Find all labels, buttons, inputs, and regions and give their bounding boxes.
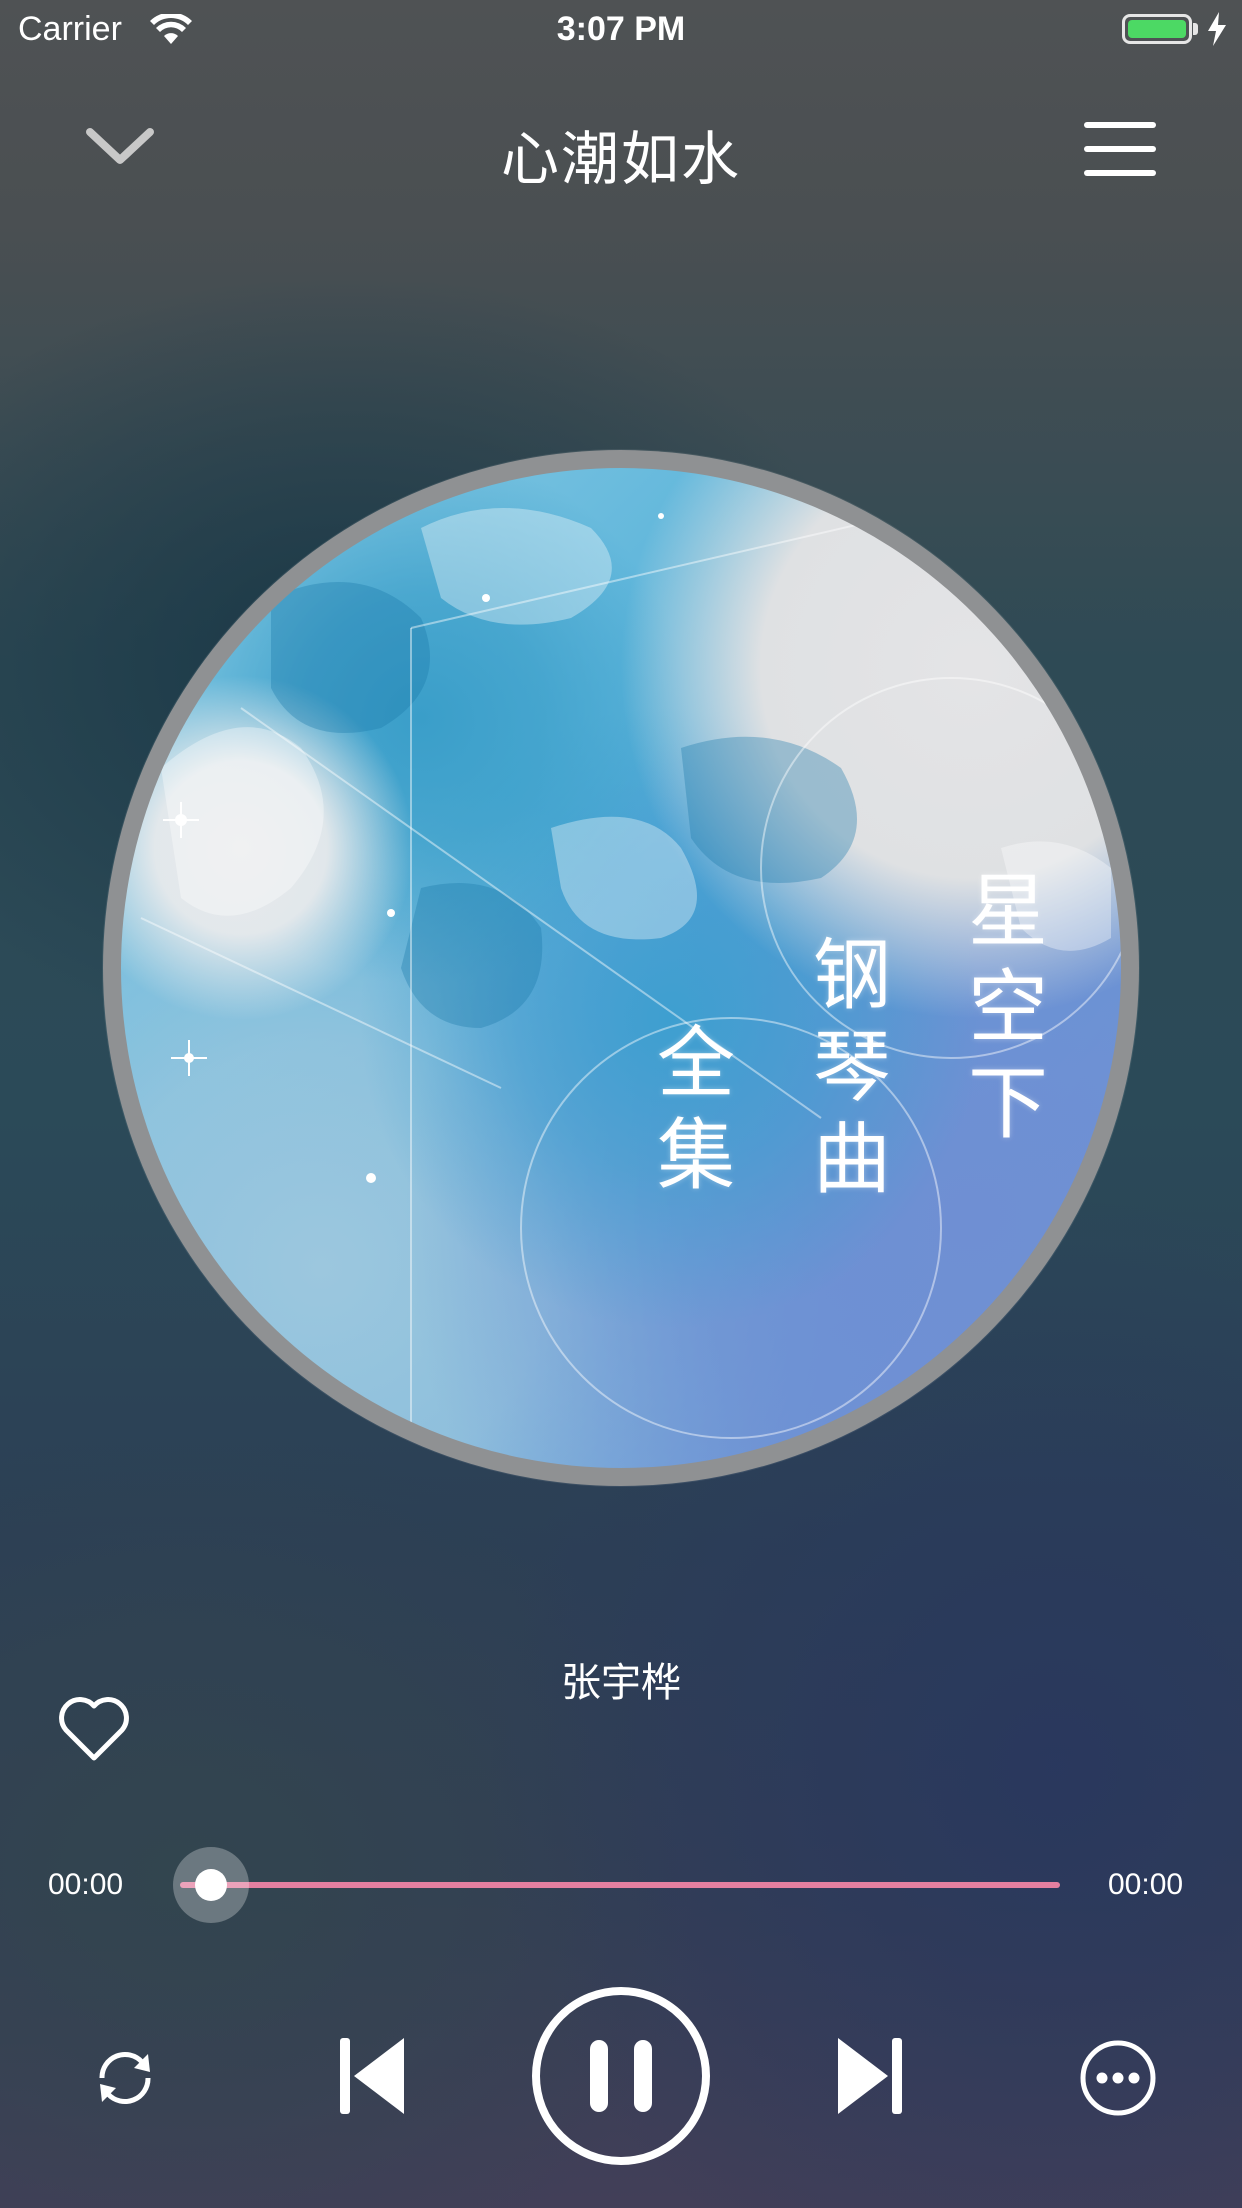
battery-tip xyxy=(1193,23,1198,35)
cover-title-column-1: 星 空 下 xyxy=(968,865,1048,1150)
battery-icon xyxy=(1122,14,1192,44)
status-bar: Carrier 3:07 PM xyxy=(0,0,1242,60)
progress-track[interactable] xyxy=(180,1882,1060,1888)
heart-outline-icon[interactable] xyxy=(56,1694,132,1764)
artist-name: 张宇桦 xyxy=(561,1661,681,1705)
hamburger-menu-icon[interactable] xyxy=(1080,120,1160,180)
music-player-screen: Carrier 3:07 PM 心潮如水 星 空 下 钢 琴 曲 全 集 张宇桦… xyxy=(0,0,1242,2208)
cover-title-column-3: 全 集 xyxy=(656,1019,735,1201)
album-cover: 星 空 下 钢 琴 曲 全 集 xyxy=(121,468,1121,1468)
progress-thumb[interactable] xyxy=(195,1869,227,1901)
skip-previous-icon[interactable] xyxy=(340,2034,406,2118)
total-time: 00:00 xyxy=(1108,1868,1184,1901)
repeat-icon[interactable] xyxy=(90,2048,160,2108)
cover-title-column-2: 钢 琴 曲 xyxy=(812,931,891,1205)
song-title: 心潮如水 xyxy=(500,127,741,192)
more-options-icon[interactable] xyxy=(1078,2038,1158,2118)
charging-bolt-icon xyxy=(1208,12,1226,46)
skip-next-icon[interactable] xyxy=(836,2034,902,2118)
status-time: 3:07 PM xyxy=(556,10,686,48)
pause-icon[interactable] xyxy=(530,1985,712,2167)
current-time: 00:00 xyxy=(48,1868,124,1901)
